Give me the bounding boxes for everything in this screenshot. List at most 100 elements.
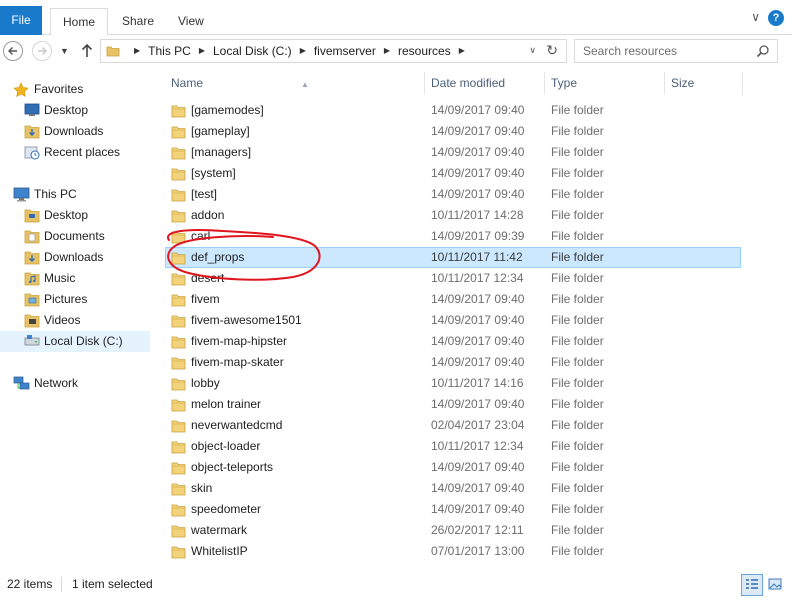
- navigation-pane: Favorites Desktop Downloads Recent place…: [0, 68, 153, 568]
- table-row[interactable]: carl 14/09/2017 09:39 File folder: [165, 226, 741, 247]
- nav-item-label: Music: [44, 271, 76, 285]
- help-icon[interactable]: ?: [768, 10, 784, 26]
- file-type: File folder: [551, 145, 604, 159]
- table-row[interactable]: fivem-map-hipster 14/09/2017 09:40 File fo…: [165, 331, 741, 352]
- music-folder-icon: [24, 272, 40, 286]
- date-modified: 14/09/2017 09:40: [431, 334, 525, 348]
- file-type: File folder: [551, 334, 604, 348]
- file-name: def_props: [191, 250, 245, 264]
- file-type: File folder: [551, 418, 604, 432]
- file-type: File folder: [551, 397, 604, 411]
- table-row[interactable]: WhitelistIP 07/01/2017 13:00 File folder: [165, 541, 741, 562]
- table-row[interactable]: desert 10/11/2017 12:34 File folder: [165, 268, 741, 289]
- recent-locations-chevron-icon[interactable]: ▼: [60, 46, 69, 56]
- nav-item-label: Pictures: [44, 292, 88, 306]
- breadcrumb: ▶ This PC ▶ Local Disk (C:) ▶ fivemserve…: [126, 40, 473, 62]
- nav-item-label: Recent places: [44, 145, 121, 159]
- table-row[interactable]: object-teleports 14/09/2017 09:40 File fol…: [165, 457, 741, 478]
- nav-item-label: Desktop: [44, 103, 89, 117]
- computer-icon: [13, 187, 30, 202]
- table-row[interactable]: fivem-map-skater 14/09/2017 09:40 File fol…: [165, 352, 741, 373]
- file-name: fivem-map-hipster: [191, 334, 288, 348]
- column-header-size[interactable]: Size: [665, 72, 743, 95]
- tab-file[interactable]: File: [0, 6, 42, 35]
- table-row[interactable]: skin 14/09/2017 09:40 File folder: [165, 478, 741, 499]
- date-modified: 14/09/2017 09:40: [431, 481, 525, 495]
- table-row[interactable]: fivem 14/09/2017 09:40 File folder: [165, 289, 741, 310]
- breadcrumb-separator-icon[interactable]: ▶: [134, 40, 140, 62]
- table-row[interactable]: melon trainer 14/09/2017 09:40 File folder: [165, 394, 741, 415]
- date-modified: 14/09/2017 09:40: [431, 313, 525, 327]
- date-modified: 02/04/2017 23:04: [431, 418, 525, 432]
- table-row[interactable]: [gameplay] 14/09/2017 09:40 File folder: [165, 121, 741, 142]
- tab-view[interactable]: View: [166, 8, 216, 35]
- date-modified: 14/09/2017 09:40: [431, 187, 525, 201]
- nav-item-label: Documents: [44, 229, 105, 243]
- nav-item-label: Local Disk (C:): [44, 334, 123, 348]
- table-row[interactable]: def_props 10/11/2017 11:42 File folder: [165, 247, 741, 268]
- file-type: File folder: [551, 187, 604, 201]
- file-type: File folder: [551, 208, 604, 222]
- forward-button[interactable]: [32, 41, 52, 61]
- column-header-type[interactable]: Type: [545, 72, 665, 95]
- file-name: fivem-map-skater: [191, 355, 284, 369]
- address-bar[interactable]: ▶ This PC ▶ Local Disk (C:) ▶ fivemserve…: [100, 39, 567, 63]
- table-row[interactable]: [system] 14/09/2017 09:40 File folder: [165, 163, 741, 184]
- table-row[interactable]: speedometer 14/09/2017 09:40 File folder: [165, 499, 741, 520]
- downloads-folder-icon: [24, 251, 40, 265]
- breadcrumb-resources[interactable]: resources: [398, 40, 451, 62]
- date-modified: 14/09/2017 09:40: [431, 124, 525, 138]
- up-button[interactable]: [80, 42, 94, 61]
- file-type: File folder: [551, 166, 604, 180]
- ribbon-minimize-icon[interactable]: ∨: [751, 10, 760, 24]
- file-name: [gameplay]: [191, 124, 250, 138]
- nav-item-label: Downloads: [44, 124, 104, 138]
- file-name: WhitelistIP: [191, 544, 248, 558]
- file-name: [system]: [191, 166, 236, 180]
- details-view-icon: [746, 579, 758, 589]
- search-input[interactable]: [583, 41, 753, 61]
- table-row[interactable]: neverwantedcmd 02/04/2017 23:04 File folde…: [165, 415, 741, 436]
- breadcrumb-local-disk[interactable]: Local Disk (C:): [213, 40, 292, 62]
- address-dropdown-icon[interactable]: ∨: [529, 45, 536, 56]
- selected-count: 1 item selected: [72, 577, 153, 591]
- tab-share[interactable]: Share: [110, 8, 166, 35]
- star-icon: [13, 82, 29, 97]
- file-type: File folder: [551, 376, 604, 390]
- nav-this-pc-local-disk[interactable]: Local Disk (C:): [0, 331, 150, 352]
- date-modified: 10/11/2017 12:34: [431, 271, 524, 285]
- table-row[interactable]: [test] 14/09/2017 09:40 File folder: [165, 184, 741, 205]
- tab-home[interactable]: Home: [50, 8, 109, 36]
- status-bar: 22 items 1 item selected: [0, 572, 792, 602]
- table-row[interactable]: [gamemodes] 14/09/2017 09:40 File folder: [165, 100, 741, 121]
- table-row[interactable]: addon 10/11/2017 14:28 File folder: [165, 205, 741, 226]
- nav-item-label: Videos: [44, 313, 81, 327]
- date-modified: 14/09/2017 09:40: [431, 355, 525, 369]
- table-row[interactable]: watermark 26/02/2017 12:11 File folder: [165, 520, 741, 541]
- breadcrumb-separator-icon[interactable]: ▶: [300, 40, 306, 62]
- refresh-icon[interactable]: ↻: [546, 42, 558, 59]
- file-name: object-teleports: [191, 460, 274, 474]
- details-view-button[interactable]: [741, 574, 763, 596]
- table-row[interactable]: fivem-awesome1501 14/09/2017 09:40 File fo…: [165, 310, 741, 331]
- file-type: File folder: [551, 355, 604, 369]
- breadcrumb-fivemserver[interactable]: fivemserver: [314, 40, 376, 62]
- breadcrumb-this-pc[interactable]: This PC: [148, 40, 191, 62]
- search-icon[interactable]: [756, 44, 770, 58]
- column-header-date[interactable]: Date modified: [425, 72, 545, 95]
- search-box[interactable]: [574, 39, 778, 63]
- table-row[interactable]: object-loader 10/11/2017 12:34 File folder: [165, 436, 741, 457]
- breadcrumb-separator-icon[interactable]: ▶: [459, 40, 465, 62]
- file-name: object-loader: [191, 439, 261, 453]
- column-header-name[interactable]: Name ▲: [165, 72, 425, 95]
- large-icons-view-button[interactable]: [765, 574, 787, 596]
- breadcrumb-separator-icon[interactable]: ▶: [384, 40, 390, 62]
- date-modified: 10/11/2017 14:28: [431, 208, 524, 222]
- table-row[interactable]: [managers] 14/09/2017 09:40 File folder: [165, 142, 741, 163]
- back-button[interactable]: [3, 41, 23, 61]
- file-type: File folder: [551, 271, 604, 285]
- table-row[interactable]: lobby 10/11/2017 14:16 File folder: [165, 373, 741, 394]
- file-name: desert: [191, 271, 225, 285]
- network-icon: [13, 376, 30, 390]
- breadcrumb-separator-icon[interactable]: ▶: [199, 40, 205, 62]
